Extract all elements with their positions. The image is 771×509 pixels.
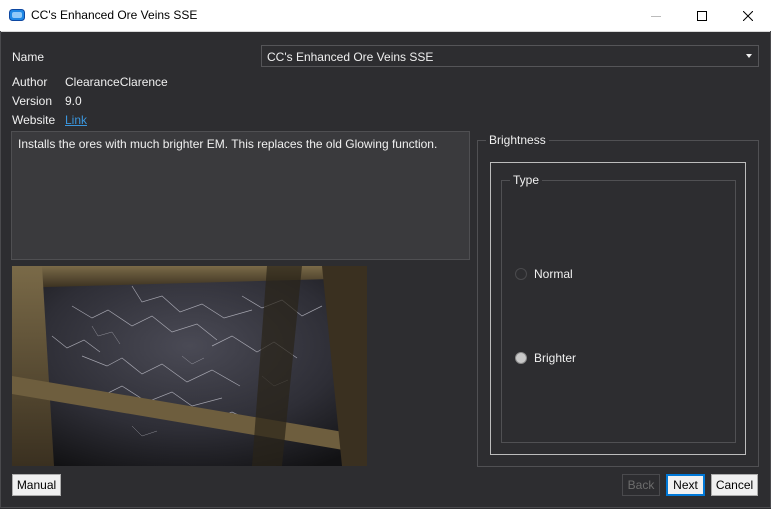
radio-normal-circle[interactable] bbox=[515, 268, 527, 280]
chevron-down-icon bbox=[746, 54, 752, 58]
manual-button[interactable]: Manual bbox=[12, 474, 61, 496]
radio-normal[interactable]: Normal bbox=[515, 267, 573, 281]
back-button[interactable]: Back bbox=[622, 474, 660, 496]
close-icon[interactable] bbox=[725, 0, 771, 31]
name-dropdown-value: CC's Enhanced Ore Veins SSE bbox=[267, 50, 434, 64]
radio-brighter-circle[interactable] bbox=[515, 352, 527, 364]
minimize-icon[interactable] bbox=[633, 0, 679, 31]
author-value: ClearanceClarence bbox=[65, 75, 168, 89]
next-button[interactable]: Next bbox=[666, 474, 705, 496]
type-group: Type bbox=[501, 173, 736, 443]
cancel-button[interactable]: Cancel bbox=[711, 474, 758, 496]
radio-brighter[interactable]: Brighter bbox=[515, 351, 576, 365]
website-link[interactable]: Link bbox=[65, 113, 87, 127]
type-group-title: Type bbox=[510, 173, 543, 187]
radio-brighter-label: Brighter bbox=[534, 351, 577, 365]
app-icon bbox=[9, 9, 25, 21]
author-label: Author bbox=[12, 75, 48, 89]
preview-image bbox=[12, 266, 367, 466]
version-label: Version bbox=[12, 94, 53, 108]
description-box: Installs the ores with much brighter EM.… bbox=[11, 131, 470, 260]
maximize-icon[interactable] bbox=[679, 0, 725, 31]
name-label: Name bbox=[12, 50, 45, 64]
title-bar: CC's Enhanced Ore Veins SSE bbox=[0, 0, 771, 32]
window-title: CC's Enhanced Ore Veins SSE bbox=[31, 8, 198, 22]
website-label: Website bbox=[12, 113, 56, 127]
brightness-group-title: Brightness bbox=[486, 133, 549, 147]
radio-normal-label: Normal bbox=[534, 267, 573, 281]
version-value: 9.0 bbox=[65, 94, 82, 108]
name-dropdown[interactable]: CC's Enhanced Ore Veins SSE bbox=[261, 45, 759, 67]
